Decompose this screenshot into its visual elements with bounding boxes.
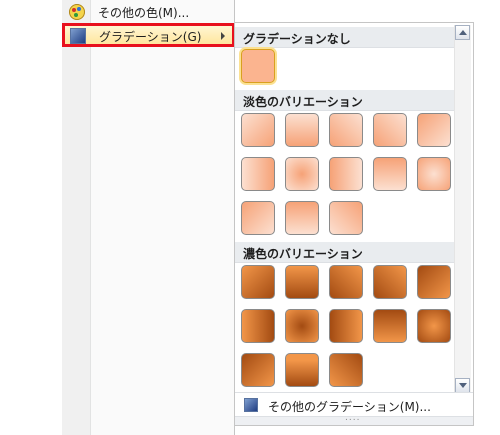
light-gradient-swatch[interactable]: [241, 157, 275, 191]
dark-gradient-swatch[interactable]: [241, 353, 275, 387]
light-gradient-swatch[interactable]: [329, 157, 363, 191]
down-arrow-icon: [459, 383, 467, 388]
light-gradient-swatch[interactable]: [285, 157, 319, 191]
light-gradient-swatch[interactable]: [285, 201, 319, 235]
dark-gradient-swatch[interactable]: [329, 309, 363, 343]
menu-item-label: その他の色(M)...: [98, 6, 190, 20]
dark-gradient-swatch[interactable]: [329, 353, 363, 387]
menu-item-label: グラデーション(G): [99, 30, 202, 44]
section-header-label: グラデーションなし: [243, 32, 351, 46]
light-gradient-swatch[interactable]: [329, 201, 363, 235]
gradient-icon: [70, 28, 86, 44]
section-header-light-variations: 淡色のバリエーション: [235, 90, 456, 111]
dark-gradient-swatch[interactable]: [373, 265, 407, 299]
section-header-dark-variations: 濃色のバリエーション: [235, 242, 456, 263]
dark-gradient-swatch[interactable]: [417, 309, 451, 343]
gradient-icon: [244, 398, 258, 412]
submenu-arrow-icon: [221, 32, 225, 40]
up-arrow-icon: [459, 30, 467, 35]
dark-gradient-swatch[interactable]: [285, 265, 319, 299]
menu-icon-gutter: [62, 0, 91, 435]
light-gradient-swatch[interactable]: [241, 113, 275, 147]
light-gradient-swatch[interactable]: [241, 201, 275, 235]
resize-grip[interactable]: ....: [235, 413, 473, 425]
color-palette-icon: [69, 4, 85, 20]
menu-item-gradient[interactable]: グラデーション(G): [62, 24, 234, 46]
light-gradient-swatch[interactable]: [373, 157, 407, 191]
dark-gradient-swatch[interactable]: [285, 309, 319, 343]
dark-gradient-swatch[interactable]: [241, 265, 275, 299]
section-header-label: 濃色のバリエーション: [243, 247, 363, 261]
gallery-scrollbar[interactable]: [454, 25, 471, 393]
dark-gradient-swatch[interactable]: [329, 265, 363, 299]
menu-item-more-colors[interactable]: その他の色(M)...: [62, 1, 234, 23]
dark-gradient-swatch[interactable]: [285, 353, 319, 387]
dark-gradient-swatch[interactable]: [241, 309, 275, 343]
section-header-no-gradient: グラデーションなし: [235, 27, 456, 48]
light-gradient-swatch[interactable]: [285, 113, 319, 147]
section-header-label: 淡色のバリエーション: [243, 95, 363, 109]
color-menu: その他の色(M)... グラデーション(G): [62, 0, 235, 435]
scroll-down-button[interactable]: [455, 378, 470, 393]
scroll-up-button[interactable]: [455, 25, 470, 40]
light-gradient-swatch[interactable]: [373, 113, 407, 147]
light-gradient-swatch[interactable]: [329, 113, 363, 147]
light-gradient-swatch[interactable]: [417, 157, 451, 191]
gradient-submenu: グラデーションなし 淡色のバリエーション 濃色のバリエーション その他のグラデー…: [234, 22, 474, 426]
gradient-swatch-none[interactable]: [241, 49, 275, 83]
dark-gradient-swatch[interactable]: [373, 309, 407, 343]
resize-grip-dots: ....: [345, 413, 361, 423]
light-gradient-swatch[interactable]: [417, 113, 451, 147]
dark-gradient-swatch[interactable]: [417, 265, 451, 299]
